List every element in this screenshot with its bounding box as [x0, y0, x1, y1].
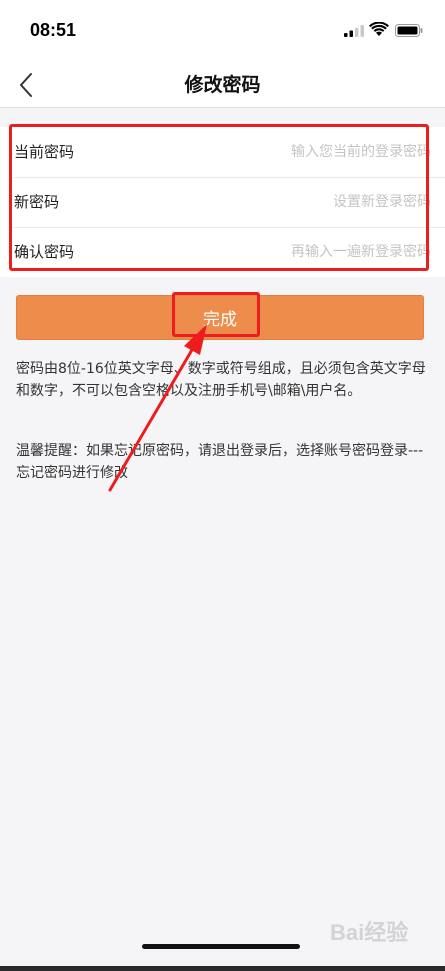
status-bar: 08:51	[0, 0, 445, 62]
watermark-logo: Bai经验	[330, 920, 409, 945]
password-rule-text: 密码由8位-16位英文字母、数字或符号组成，且必须包含英文字母和数字，不可以包含…	[16, 361, 426, 399]
navigation-bar: 修改密码	[0, 62, 445, 108]
battery-icon	[395, 24, 423, 37]
home-indicator[interactable]	[142, 944, 300, 949]
annotation-highlight-form	[9, 124, 429, 271]
wifi-icon	[369, 22, 389, 36]
status-time: 08:51	[30, 20, 77, 40]
cellular-signal-icon	[344, 25, 364, 37]
bottom-edge	[0, 966, 445, 971]
nav-divider	[0, 107, 445, 108]
annotation-highlight-button	[172, 292, 260, 337]
page-title: 修改密码	[184, 74, 261, 96]
forgot-password-tip: 温馨提醒：如果忘记原密码，请退出登录后，选择账号密码登录---忘记密码进行修改	[16, 443, 424, 481]
